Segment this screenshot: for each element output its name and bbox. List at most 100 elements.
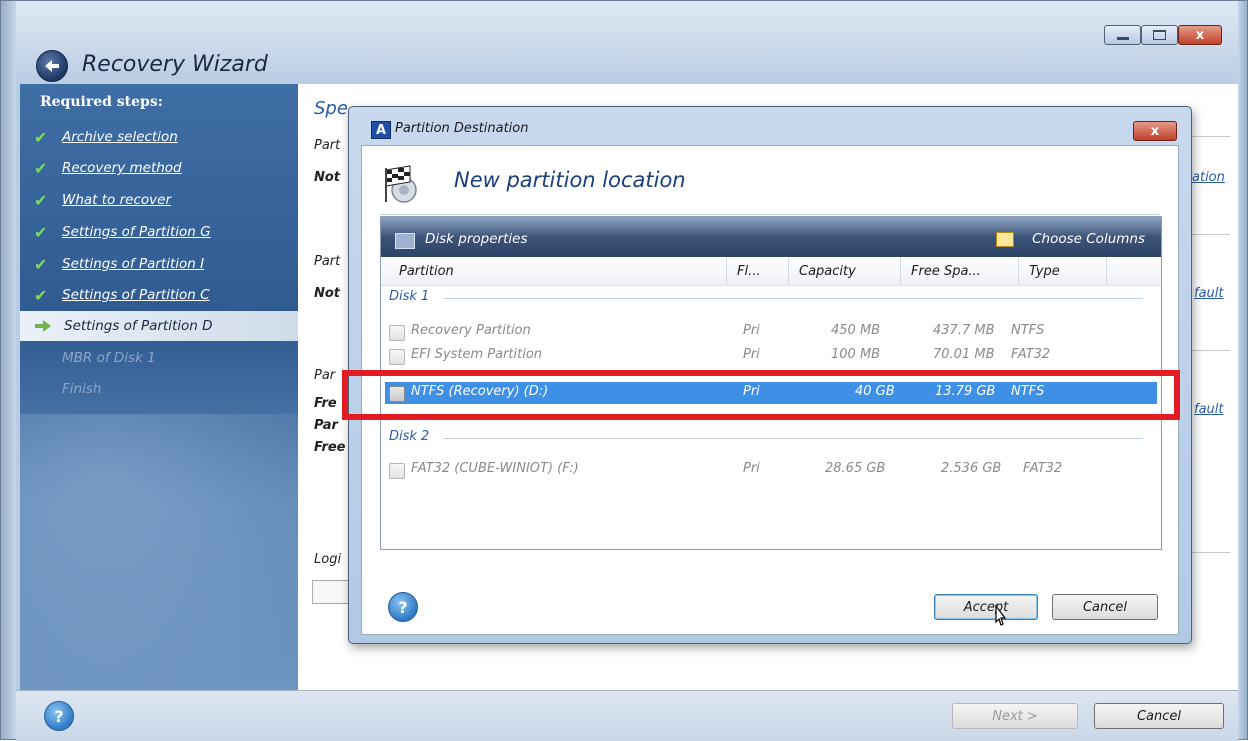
sidebar-item-label: What to recover <box>62 192 171 208</box>
group-divider <box>443 298 1143 299</box>
table-row[interactable]: FAT32 (CUBE-WINIOT) (F:) Pri 28.65 GB 2.… <box>385 459 1157 481</box>
sidebar-item-label: Settings of Partition G <box>62 224 211 240</box>
choose-columns-button[interactable]: Choose Columns <box>996 231 1145 247</box>
sidebar-item-what-to-recover[interactable]: ✔ What to recover <box>34 187 298 213</box>
dialog-body: New partition location Disk properties C… <box>361 145 1179 635</box>
disk-group-label: Disk 1 <box>389 289 430 304</box>
partition-checkbox[interactable] <box>389 463 405 479</box>
table-row[interactable]: EFI System Partition Pri 100 MB 70.01 MB… <box>385 345 1157 367</box>
partition-flags: Pri <box>743 384 760 399</box>
partition-label: Part <box>314 138 341 153</box>
partition-capacity: 40 GB <box>855 384 895 399</box>
dialog-cancel-button[interactable]: Cancel <box>1052 594 1158 620</box>
checkmark-icon: ✔ <box>34 158 48 178</box>
dialog-title-bar: A Partition Destination x <box>349 107 1191 141</box>
default-link[interactable]: fault <box>1194 402 1224 417</box>
checkmark-icon: ✔ <box>34 222 48 242</box>
sidebar-decoration <box>20 414 298 690</box>
sidebar-item-settings-partition-g[interactable]: ✔ Settings of Partition G <box>34 219 298 245</box>
partition-flags: Pri <box>743 461 760 476</box>
sidebar-item-recovery-method[interactable]: ✔ Recovery method <box>34 155 298 181</box>
sidebar-item-archive-selection[interactable]: ✔ Archive selection <box>34 124 298 150</box>
maximize-button[interactable] <box>1141 25 1178 45</box>
choose-columns-label: Choose Columns <box>1032 231 1145 247</box>
table-row-partially-hidden[interactable] <box>385 406 1157 412</box>
partition-checkbox[interactable] <box>389 325 405 341</box>
partition-value: Not <box>314 170 341 185</box>
sidebar-item-label: Finish <box>62 381 102 397</box>
optional-steps-header: Optional steps: <box>60 624 159 639</box>
partition-type-label: Part <box>314 254 341 269</box>
table-row-selected[interactable]: NTFS (Recovery) (D:) Pri 40 GB 13.79 GB … <box>385 382 1157 404</box>
partition-capacity: 450 MB <box>831 323 881 338</box>
back-arrow-icon[interactable] <box>36 50 68 82</box>
dialog-close-button[interactable]: x <box>1133 121 1177 141</box>
partition-capacity: 28.65 GB <box>825 461 886 476</box>
checkmark-icon: ✔ <box>34 285 48 305</box>
table-header: Partition Fl... Capacity Free Spa... Typ… <box>381 257 1161 286</box>
minimize-icon <box>1116 36 1129 40</box>
partition-type-value: Not <box>314 286 341 301</box>
disk-icon <box>395 233 415 249</box>
accept-button[interactable]: Accept <box>934 594 1038 620</box>
partition-type: NTFS <box>1011 323 1045 338</box>
divider <box>380 214 1160 215</box>
column-header-type[interactable]: Type <box>1019 257 1107 285</box>
change-location-link[interactable]: ation <box>1192 170 1225 185</box>
close-button[interactable]: x <box>1178 25 1222 45</box>
table-row-partially-hidden[interactable] <box>385 369 1157 377</box>
help-icon[interactable]: ? <box>388 592 418 622</box>
partition-name: NTFS (Recovery) (D:) <box>411 384 549 399</box>
partition-free-space: 2.536 GB <box>941 461 1002 476</box>
free-space-value: Fre <box>314 396 337 411</box>
window-frame-right <box>1238 0 1248 740</box>
column-header-capacity[interactable]: Capacity <box>789 257 901 285</box>
wizard-footer: ? Next > Cancel <box>16 690 1238 741</box>
sidebar-item-label: Settings of Partition I <box>62 256 205 272</box>
checkered-flag-icon <box>385 165 417 203</box>
dialog-heading: New partition location <box>454 168 686 192</box>
logical-drive-label: Logi <box>314 552 342 567</box>
partition-type: FAT32 <box>1023 461 1063 476</box>
partition-checkbox[interactable] <box>389 386 405 402</box>
sidebar-item-label: MBR of Disk 1 <box>62 350 156 366</box>
columns-icon <box>996 231 1015 247</box>
checkmark-icon: ✔ <box>34 127 48 147</box>
partition-size-label: Par <box>314 368 336 383</box>
close-icon: x <box>1195 27 1205 43</box>
window-title: Recovery Wizard <box>82 52 268 77</box>
sidebar-item-mbr-disk-1: MBR of Disk 1 <box>34 345 298 371</box>
partition-name: EFI System Partition <box>411 347 543 362</box>
sidebar-item-settings-partition-d[interactable]: Settings of Partition D <box>20 311 298 341</box>
panel-title: Disk properties <box>425 231 528 247</box>
dialog-cancel-button-label: Cancel <box>1082 599 1128 615</box>
partition-size-value: Par <box>314 418 338 433</box>
partition-type: FAT32 <box>1011 347 1051 362</box>
sidebar-item-settings-partition-i[interactable]: ✔ Settings of Partition I <box>34 251 298 277</box>
minimize-button[interactable] <box>1104 25 1141 45</box>
window-frame-left <box>0 0 16 740</box>
maximize-icon <box>1153 30 1166 40</box>
column-header-flags[interactable]: Fl... <box>727 257 789 285</box>
column-header-free-space[interactable]: Free Spa... <box>901 257 1019 285</box>
cancel-button-label: Cancel <box>1136 708 1182 724</box>
close-icon: x <box>1150 123 1160 139</box>
cancel-button[interactable]: Cancel <box>1094 703 1224 729</box>
app-logo-icon: A <box>371 121 391 139</box>
sidebar-item-settings-partition-c[interactable]: ✔ Settings of Partition C <box>34 282 298 308</box>
dialog-title: Partition Destination <box>395 121 529 136</box>
help-icon[interactable]: ? <box>44 701 74 731</box>
group-divider <box>443 438 1143 439</box>
title-bar: Recovery Wizard x <box>16 0 1238 84</box>
sidebar-item-label: Settings of Partition C <box>62 287 210 303</box>
next-button: Next > <box>952 703 1078 729</box>
partition-checkbox[interactable] <box>389 349 405 365</box>
sidebar-item-label: Settings of Partition D <box>64 318 213 334</box>
table-row[interactable]: Recovery Partition Pri 450 MB 437.7 MB N… <box>385 321 1157 343</box>
mouse-cursor-icon <box>995 604 1007 626</box>
sidebar-item-finish: Finish <box>34 376 298 402</box>
sidebar-item-label: Archive selection <box>62 129 178 145</box>
default-link[interactable]: fault <box>1194 286 1224 301</box>
free-space-after-value: Free <box>314 440 346 455</box>
column-header-partition[interactable]: Partition <box>381 257 727 285</box>
